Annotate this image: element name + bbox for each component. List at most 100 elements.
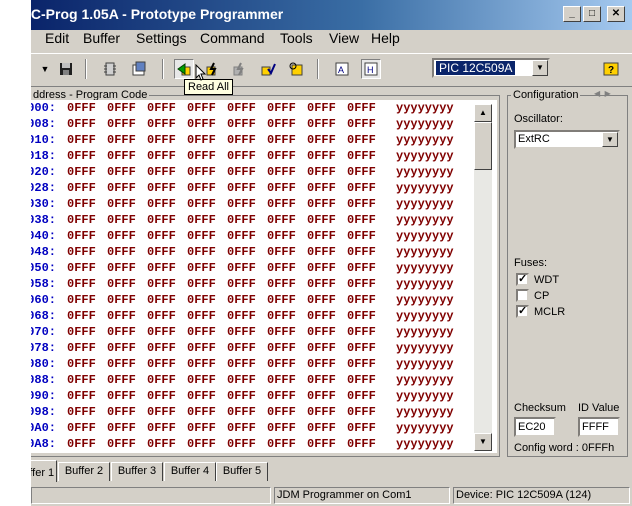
code-word[interactable]: 0FFF — [267, 164, 296, 180]
code-word[interactable]: 0FFF — [307, 148, 336, 164]
code-word[interactable]: 0FFF — [67, 372, 96, 388]
code-word[interactable]: 0FFF — [347, 340, 376, 356]
code-word[interactable]: 0FFF — [267, 196, 296, 212]
config-nav-icon[interactable]: ◀ ▶ — [594, 89, 611, 98]
code-word[interactable]: 0FFF — [307, 372, 336, 388]
code-word[interactable]: 0FFF — [107, 404, 136, 420]
code-word[interactable]: 0FFF — [307, 244, 336, 260]
code-word[interactable]: 0FFF — [267, 308, 296, 324]
menu-buffer[interactable]: Buffer — [83, 30, 120, 46]
code-word[interactable]: 0FFF — [147, 420, 176, 436]
code-word[interactable]: 0FFF — [227, 180, 256, 196]
code-word[interactable]: 0FFF — [107, 276, 136, 292]
maximize-button[interactable]: □ — [583, 6, 601, 22]
code-word[interactable]: 0FFF — [147, 340, 176, 356]
code-word[interactable]: 0FFF — [347, 132, 376, 148]
code-word[interactable]: 0FFF — [107, 100, 136, 116]
code-word[interactable]: 0FFF — [307, 420, 336, 436]
code-word[interactable]: 0FFF — [227, 308, 256, 324]
code-word[interactable]: 0FFF — [67, 340, 96, 356]
device-select[interactable]: PIC 12C509A ▼ — [432, 58, 550, 78]
code-word[interactable]: 0FFF — [307, 260, 336, 276]
assembler-view-icon[interactable]: A — [332, 59, 352, 79]
code-word[interactable]: 0FFF — [67, 148, 96, 164]
code-word[interactable]: 0FFF — [307, 404, 336, 420]
code-word[interactable]: 0FFF — [227, 212, 256, 228]
code-word[interactable]: 0FFF — [347, 228, 376, 244]
oscillator-select[interactable]: ExtRC ▼ — [514, 130, 620, 149]
code-word[interactable]: 0FFF — [147, 388, 176, 404]
code-word[interactable]: 0FFF — [67, 420, 96, 436]
code-word[interactable]: 0FFF — [307, 132, 336, 148]
code-word[interactable]: 0FFF — [307, 356, 336, 372]
title-bar[interactable]: IC-Prog 1.05A - Prototype Programmer _ □… — [31, 0, 632, 30]
code-word[interactable]: 0FFF — [67, 388, 96, 404]
code-word[interactable]: 0FFF — [107, 372, 136, 388]
code-word[interactable]: 0FFF — [67, 180, 96, 196]
code-word[interactable]: 0FFF — [187, 436, 216, 452]
code-word[interactable]: 0FFF — [307, 388, 336, 404]
code-word[interactable]: 0FFF — [187, 212, 216, 228]
code-word[interactable]: 0FFF — [227, 260, 256, 276]
code-word[interactable]: 0FFF — [67, 404, 96, 420]
code-word[interactable]: 0FFF — [67, 132, 96, 148]
code-word[interactable]: 0FFF — [187, 116, 216, 132]
code-word[interactable]: 0FFF — [107, 324, 136, 340]
code-word[interactable]: 0FFF — [187, 276, 216, 292]
menu-help[interactable]: Help — [371, 30, 400, 46]
help-icon[interactable]: ? — [601, 59, 621, 79]
code-word[interactable]: 0FFF — [187, 260, 216, 276]
code-word[interactable]: 0FFF — [107, 260, 136, 276]
code-word[interactable]: 0FFF — [187, 372, 216, 388]
code-word[interactable]: 0FFF — [347, 308, 376, 324]
code-word[interactable]: 0FFF — [107, 388, 136, 404]
code-word[interactable]: 0FFF — [307, 292, 336, 308]
code-word[interactable]: 0FFF — [187, 180, 216, 196]
code-word[interactable]: 0FFF — [147, 228, 176, 244]
code-word[interactable]: 0FFF — [307, 436, 336, 452]
code-word[interactable]: 0FFF — [147, 276, 176, 292]
code-word[interactable]: 0FFF — [107, 244, 136, 260]
code-word[interactable]: 0FFF — [267, 276, 296, 292]
code-word[interactable]: 0FFF — [267, 292, 296, 308]
code-word[interactable]: 0FFF — [347, 116, 376, 132]
code-word[interactable]: 0FFF — [107, 308, 136, 324]
scroll-up-icon[interactable]: ▲ — [474, 104, 492, 122]
code-word[interactable]: 0FFF — [227, 164, 256, 180]
code-word[interactable]: 0FFF — [267, 340, 296, 356]
code-word[interactable]: 0FFF — [107, 196, 136, 212]
tab-buffer-2[interactable]: Buffer 2 — [58, 462, 110, 481]
code-word[interactable]: 0FFF — [227, 420, 256, 436]
save-icon[interactable] — [56, 59, 76, 79]
code-word[interactable]: 0FFF — [267, 420, 296, 436]
code-word[interactable]: 0FFF — [267, 372, 296, 388]
code-word[interactable]: 0FFF — [147, 148, 176, 164]
menu-settings[interactable]: Settings — [136, 30, 187, 46]
tab-buffer-5[interactable]: Buffer 5 — [216, 462, 268, 481]
code-word[interactable]: 0FFF — [267, 244, 296, 260]
code-word[interactable]: 0FFF — [267, 132, 296, 148]
code-word[interactable]: 0FFF — [107, 132, 136, 148]
code-word[interactable]: 0FFF — [107, 164, 136, 180]
code-word[interactable]: 0FFF — [227, 356, 256, 372]
code-word[interactable]: 0FFF — [267, 388, 296, 404]
code-word[interactable]: 0FFF — [347, 436, 376, 452]
code-word[interactable]: 0FFF — [187, 308, 216, 324]
code-word[interactable]: 0FFF — [267, 436, 296, 452]
code-word[interactable]: 0FFF — [147, 116, 176, 132]
code-word[interactable]: 0FFF — [107, 148, 136, 164]
code-word[interactable]: 0FFF — [147, 308, 176, 324]
minimize-button[interactable]: _ — [563, 6, 581, 22]
code-word[interactable]: 0FFF — [187, 324, 216, 340]
code-word[interactable]: 0FFF — [147, 196, 176, 212]
code-word[interactable]: 0FFF — [347, 356, 376, 372]
code-word[interactable]: 0FFF — [227, 292, 256, 308]
code-word[interactable]: 0FFF — [347, 148, 376, 164]
code-word[interactable]: 0FFF — [147, 164, 176, 180]
code-word[interactable]: 0FFF — [267, 148, 296, 164]
code-word[interactable]: 0FFF — [307, 308, 336, 324]
code-word[interactable]: 0FFF — [347, 260, 376, 276]
code-word[interactable]: 0FFF — [147, 260, 176, 276]
code-word[interactable]: 0FFF — [107, 420, 136, 436]
code-word[interactable]: 0FFF — [147, 244, 176, 260]
